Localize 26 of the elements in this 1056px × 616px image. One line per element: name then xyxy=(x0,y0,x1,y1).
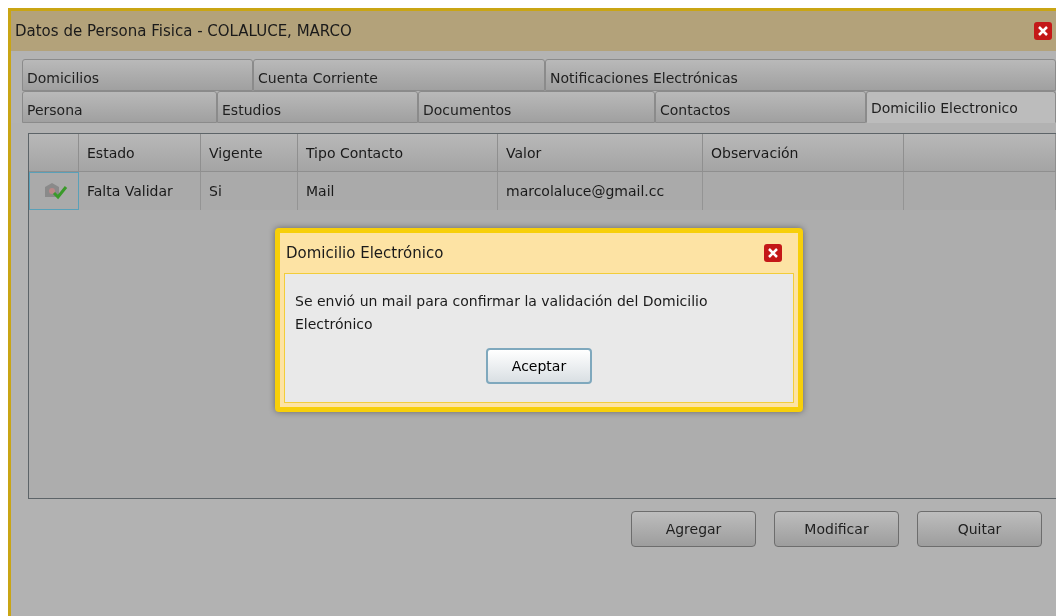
window-title: Datos de Persona Fisica - COLALUCE, MARCO xyxy=(15,20,352,42)
tab[interactable]: Estudios xyxy=(217,91,418,123)
tab[interactable]: Notificaciones Electrónicas xyxy=(545,59,1056,91)
close-button[interactable] xyxy=(1034,22,1052,40)
tab[interactable]: Contactos xyxy=(655,91,866,123)
close-icon xyxy=(767,247,779,259)
accept-button[interactable]: Aceptar xyxy=(486,348,592,384)
column-header[interactable]: Tipo Contacto xyxy=(298,134,498,172)
tab[interactable]: Documentos xyxy=(418,91,655,123)
column-header[interactable]: Valor xyxy=(498,134,703,172)
column-header[interactable]: Vigente xyxy=(201,134,298,172)
dialog-title: Domicilio Electrónico xyxy=(286,242,444,264)
column-header[interactable]: Estado xyxy=(79,134,201,172)
column-header[interactable]: Observación xyxy=(703,134,904,172)
close-button[interactable] xyxy=(764,244,782,262)
tab[interactable]: Cuenta Corriente xyxy=(253,59,545,91)
column-header xyxy=(29,134,79,172)
dialog-message: Se envió un mail para confirmar la validación del Domicilio Electrónico xyxy=(295,292,709,334)
close-icon xyxy=(1037,25,1049,37)
tab[interactable]: Persona xyxy=(22,91,217,123)
action-button[interactable]: Modificar xyxy=(774,511,899,547)
tab[interactable]: Domicilios xyxy=(22,59,253,91)
envelope-check-icon[interactable] xyxy=(42,181,68,201)
tab[interactable]: Domicilio Electronico xyxy=(866,91,1056,123)
action-button[interactable]: Agregar xyxy=(631,511,756,547)
action-button[interactable]: Quitar xyxy=(917,511,1042,547)
